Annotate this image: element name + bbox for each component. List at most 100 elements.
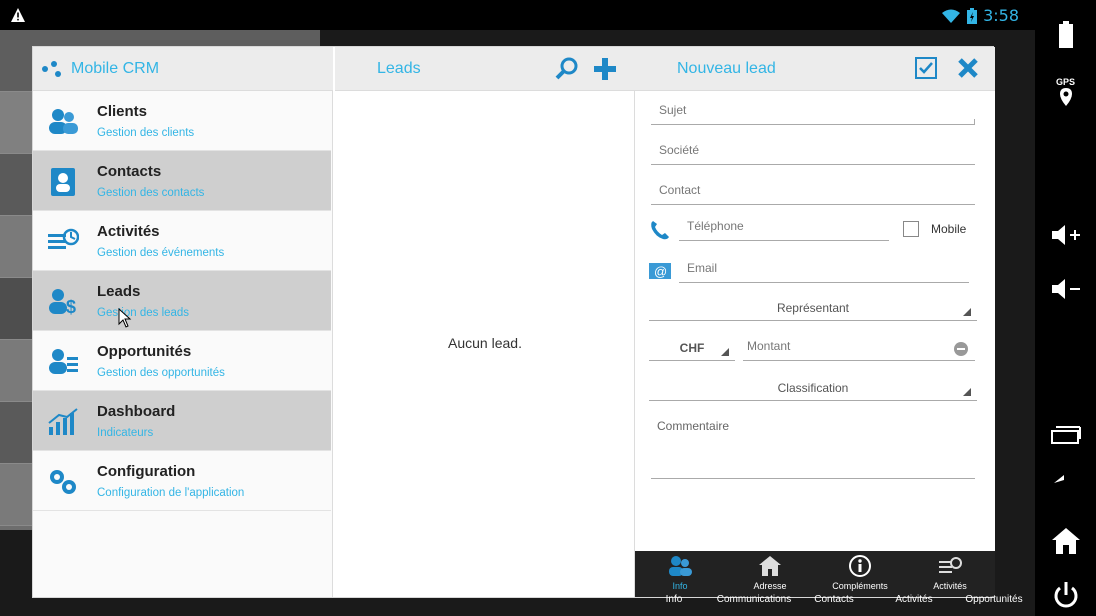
company-field[interactable]: Société [651, 135, 975, 165]
contacts-icon [51, 168, 75, 196]
subject-field[interactable]: Sujet [651, 95, 975, 125]
menu-header: Mobile CRM [33, 47, 333, 91]
volume-down-button[interactable] [1035, 274, 1096, 304]
representative-select[interactable]: Représentant [649, 291, 977, 321]
info-icon [849, 555, 871, 577]
dropdown-arrow-icon [721, 348, 729, 356]
battery-status [1035, 20, 1096, 50]
add-icon[interactable] [593, 57, 617, 81]
menu-item-activites[interactable]: Activités Gestion des événements [33, 211, 331, 271]
menu-item-clients[interactable]: Clients Gestion des clients [33, 91, 331, 151]
comment-placeholder: Commentaire [657, 419, 730, 433]
home-icon [1051, 528, 1080, 554]
opportunities-icon [49, 349, 78, 374]
leads-icon: $ [49, 289, 76, 317]
new-lead-form: Sujet Société Contact Téléphone Mobile @… [635, 91, 995, 597]
menu-item-configuration[interactable]: Configuration Configuration de l'applica… [33, 451, 331, 511]
contact-field[interactable]: Contact [651, 175, 975, 205]
power-icon [1054, 582, 1077, 608]
menu-item-title: Dashboard [97, 403, 176, 420]
warning-icon [11, 8, 25, 22]
info-person-icon [669, 556, 692, 576]
comment-field[interactable]: Commentaire [651, 413, 975, 479]
currency-value: CHF [679, 341, 705, 355]
menu-item-title: Contacts [97, 163, 162, 180]
ghost-tab-label: Activités [895, 594, 933, 605]
classification-label: Classification [777, 381, 849, 395]
clock: 3:58 [983, 6, 1019, 25]
home-address-icon [759, 556, 781, 576]
mouse-cursor-icon [118, 308, 132, 328]
ghost-tab-label: Communications [716, 594, 792, 605]
new-lead-title: Nouveau lead [677, 60, 776, 77]
email-placeholder: Email [687, 261, 718, 275]
email-icon[interactable]: @ [649, 263, 671, 279]
leads-title: Leads [377, 60, 421, 77]
battery-charging-icon [967, 7, 978, 24]
menu-item-subtitle: Gestion des leads [97, 307, 190, 319]
menu-item-contacts[interactable]: Contacts Gestion des contacts [33, 151, 331, 211]
volume-up-icon [1051, 225, 1080, 245]
close-icon[interactable] [957, 57, 979, 79]
power-button[interactable] [1035, 578, 1096, 612]
menu-item-opportunites[interactable]: Opportunités Gestion des opportunités [33, 331, 331, 391]
menu-item-leads[interactable]: $ Leads Gestion des leads [33, 271, 331, 331]
app-logo-icon [42, 61, 61, 77]
dashboard-chart-icon [48, 408, 78, 435]
amount-field[interactable]: Montant [743, 331, 975, 361]
phone-field[interactable]: Téléphone [679, 211, 889, 241]
menu-item-title: Configuration [97, 463, 196, 480]
menu-item-title: Clients [97, 103, 148, 120]
mobile-checkbox[interactable] [903, 221, 919, 237]
system-bar: GPS [1035, 0, 1096, 616]
status-bar: 3:58 [0, 0, 1035, 30]
back-arrow-icon [1053, 475, 1064, 483]
svg-text:$: $ [66, 297, 76, 317]
email-field[interactable]: Email [679, 253, 969, 283]
svg-text:@: @ [654, 264, 667, 279]
menu-item-title: Leads [97, 283, 141, 300]
empty-leads-message: Aucun lead. [448, 335, 522, 351]
company-placeholder: Société [659, 143, 700, 157]
subject-placeholder: Sujet [659, 103, 687, 117]
activities-icon [939, 557, 962, 573]
menu-item-subtitle: Indicateurs [97, 427, 154, 439]
new-lead-header: Nouveau lead [635, 47, 995, 91]
clients-icon [49, 109, 78, 134]
volume-up-button[interactable] [1035, 220, 1096, 250]
activities-icon [48, 228, 79, 249]
leads-header: Leads [335, 47, 635, 91]
dropdown-arrow-icon [963, 308, 971, 316]
recent-apps-button[interactable] [1035, 420, 1096, 450]
currency-select[interactable]: CHF [649, 331, 735, 361]
app-title: Mobile CRM [71, 60, 160, 77]
dropdown-arrow-icon [963, 388, 971, 396]
volume-down-icon [1051, 279, 1080, 299]
screen: Mobile CRM Leads Nouveau lead Clients Ge… [0, 30, 1035, 616]
leads-list: Aucun lead. [335, 91, 635, 597]
back-button[interactable] [1035, 470, 1096, 504]
ghost-tab-label: Contacts [814, 594, 854, 605]
search-icon[interactable] [555, 57, 579, 81]
app-window: Mobile CRM Leads Nouveau lead Clients Ge… [32, 46, 995, 598]
ghost-tab-label: Opportunités [965, 594, 1023, 605]
save-check-icon[interactable] [915, 57, 937, 79]
amount-placeholder: Montant [747, 339, 791, 353]
menu-item-title: Activités [97, 223, 160, 240]
menu-item-subtitle: Gestion des opportunités [97, 367, 225, 379]
gps-label: GPS [1055, 77, 1075, 87]
phone-icon[interactable] [649, 219, 671, 241]
navigation-menu: Clients Gestion des clients Contacts Ges… [33, 91, 333, 597]
ghost-tab-label: Info [665, 594, 683, 605]
menu-item-dashboard[interactable]: Dashboard Indicateurs [33, 391, 331, 451]
recent-apps-icon [1050, 426, 1081, 444]
classification-select[interactable]: Classification [649, 371, 977, 401]
gears-icon [50, 470, 76, 494]
location-pin-icon [1059, 88, 1072, 106]
battery-icon [1058, 21, 1073, 48]
contact-placeholder: Contact [659, 183, 701, 197]
home-button[interactable] [1035, 524, 1096, 558]
clear-amount-icon[interactable] [953, 341, 969, 357]
representative-label: Représentant [776, 301, 850, 315]
menu-item-subtitle: Gestion des contacts [97, 187, 205, 199]
